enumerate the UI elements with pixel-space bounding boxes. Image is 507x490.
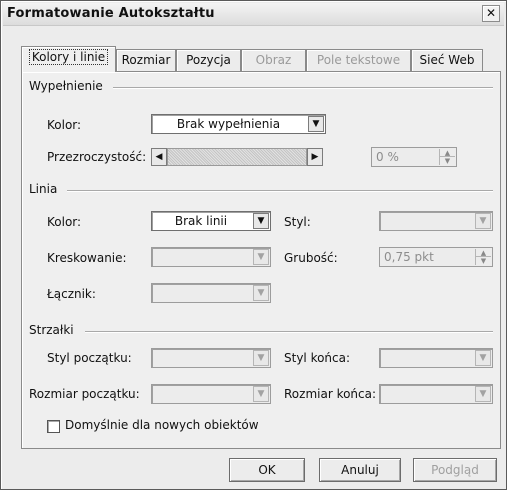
fill-section-label: Wypełnienie — [29, 79, 103, 93]
line-color-label: Kolor: — [47, 215, 82, 229]
chevron-down-icon[interactable]: ▼ — [253, 285, 269, 301]
fill-transparency-label: Przezroczystość: — [47, 150, 147, 164]
transparency-spinbox[interactable]: 0 % ▲ ▼ — [371, 147, 457, 167]
tab-position-label: Pozycja — [186, 53, 231, 67]
arrow-end-size-dropdown[interactable]: ▼ — [379, 384, 493, 404]
line-section-label: Linia — [29, 182, 58, 196]
close-button[interactable]: ✕ — [482, 5, 500, 22]
default-for-new-objects-label[interactable]: Domyślnie dla nowych obiektów — [65, 418, 259, 432]
transparency-value: 0 % — [376, 150, 399, 164]
arrow-end-style-dropdown[interactable]: ▼ — [379, 348, 493, 368]
ok-button[interactable]: OK — [229, 458, 305, 482]
line-dash-label: Kreskowanie: — [47, 251, 127, 265]
spin-up-icon[interactable]: ▲ — [440, 149, 455, 157]
line-weight-spinbox[interactable]: 0,75 pkt ▲ ▼ — [379, 247, 493, 267]
tab-web[interactable]: Sieć Web — [411, 49, 483, 71]
tab-text-box-label: Pole tekstowe — [316, 53, 401, 67]
line-connector-dropdown[interactable]: ▼ — [151, 283, 271, 303]
close-icon: ✕ — [485, 6, 497, 20]
chevron-down-icon[interactable]: ▼ — [253, 350, 269, 366]
arrow-begin-size-dropdown[interactable]: ▼ — [151, 384, 271, 404]
arrow-end-size-label: Rozmiar końca: — [284, 387, 377, 401]
tab-colors-lines[interactable]: Kolory i linie — [21, 46, 116, 72]
line-style-dropdown[interactable]: ▼ — [379, 211, 493, 231]
chevron-down-icon[interactable]: ▼ — [253, 249, 269, 265]
dialog-title: Formatowanie Autokształtu — [7, 6, 215, 21]
arrow-end-style-label: Styl końca: — [284, 351, 351, 365]
line-dash-dropdown[interactable]: ▼ — [151, 247, 271, 267]
line-color-dropdown[interactable]: Brak linii ▼ — [151, 211, 271, 231]
line-style-label: Styl: — [284, 215, 311, 229]
arrow-begin-style-dropdown[interactable]: ▼ — [151, 348, 271, 368]
format-autoshape-dialog: Formatowanie Autokształtu ✕ Kolory i lin… — [0, 0, 507, 490]
default-for-new-objects-checkbox[interactable] — [47, 420, 60, 433]
tab-colors-lines-label: Kolory i linie — [28, 49, 109, 65]
chevron-down-icon[interactable]: ▼ — [475, 213, 491, 229]
tab-size-label: Rozmiar — [121, 53, 171, 67]
line-weight-spin-arrows[interactable]: ▲ ▼ — [475, 249, 491, 265]
arrows-section-label: Strzałki — [29, 323, 74, 337]
line-weight-label: Grubość: — [284, 251, 338, 265]
tab-picture-label: Obraz — [255, 53, 292, 67]
line-section-divider — [67, 190, 493, 192]
fill-color-value: Brak wypełnienia — [176, 117, 281, 131]
line-weight-value: 0,75 pkt — [384, 250, 434, 264]
tab-web-label: Sieć Web — [419, 53, 475, 67]
chevron-down-icon[interactable]: ▼ — [475, 386, 491, 402]
spin-down-icon[interactable]: ▼ — [440, 157, 455, 165]
tab-text-box[interactable]: Pole tekstowe — [306, 49, 411, 71]
chevron-down-icon[interactable]: ▼ — [308, 116, 324, 132]
arrow-begin-size-label: Rozmiar początku: — [29, 387, 140, 401]
cancel-button[interactable]: Anuluj — [319, 458, 401, 482]
fill-section-divider — [113, 87, 493, 89]
tab-size[interactable]: Rozmiar — [116, 49, 176, 71]
tab-position[interactable]: Pozycja — [176, 49, 241, 71]
preview-button[interactable]: Podgląd — [413, 458, 497, 482]
chevron-down-icon[interactable]: ▼ — [475, 350, 491, 366]
transparency-slider[interactable] — [167, 148, 307, 166]
title-bar[interactable]: Formatowanie Autokształtu ✕ — [3, 3, 504, 26]
tab-picture[interactable]: Obraz — [241, 49, 306, 71]
slider-right-icon[interactable]: ▶ — [307, 148, 323, 166]
line-connector-label: Łącznik: — [47, 287, 96, 301]
slider-left-icon[interactable]: ◀ — [151, 148, 167, 166]
line-color-value: Brak linii — [174, 214, 228, 228]
spin-up-icon[interactable]: ▲ — [476, 249, 491, 257]
chevron-down-icon[interactable]: ▼ — [253, 386, 269, 402]
fill-color-dropdown[interactable]: Brak wypełnienia ▼ — [151, 114, 326, 134]
arrow-begin-style-label: Styl początku: — [47, 351, 132, 365]
chevron-down-icon[interactable]: ▼ — [253, 213, 269, 229]
spin-down-icon[interactable]: ▼ — [476, 257, 491, 265]
transparency-spin-arrows[interactable]: ▲ ▼ — [439, 149, 455, 165]
arrows-section-divider — [85, 331, 493, 333]
fill-color-label: Kolor: — [47, 118, 82, 132]
